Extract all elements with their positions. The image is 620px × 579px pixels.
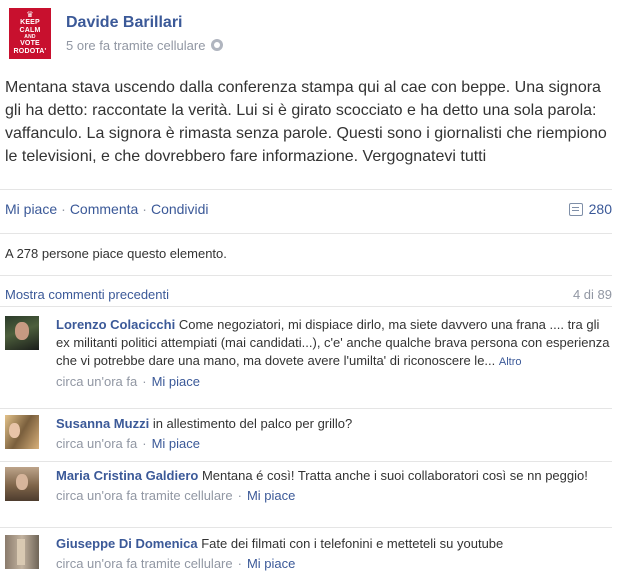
comment-meta: circa un'ora fa tramite cellulare · Mi pia… (56, 555, 611, 573)
comment-count-value: 280 (588, 201, 612, 217)
comment-like-button[interactable]: Mi piace (247, 556, 295, 571)
commenter-name[interactable]: Giuseppe Di Domenica (56, 536, 198, 551)
divider (0, 408, 612, 409)
divider (0, 461, 612, 462)
show-previous-comments-link[interactable]: Mostra commenti precedenti (5, 287, 169, 302)
like-button[interactable]: Mi piace (5, 201, 57, 217)
separator: · (237, 488, 242, 503)
post-header: ♛ KEEP CALM AND VOTE RODOTA' Davide Bari… (0, 0, 620, 64)
comment-text: Fate dei filmati con i telefonini e mett… (201, 536, 504, 551)
comment-body: Susanna Muzzi in allestimento del palco … (56, 415, 611, 453)
commenter-avatar[interactable] (5, 467, 39, 501)
comment-meta: circa un'ora fa · Mi piace (56, 435, 611, 453)
commenter-name[interactable]: Susanna Muzzi (56, 416, 149, 431)
post-timestamp[interactable]: 5 ore fa tramite cellulare (66, 38, 205, 53)
separator: · (61, 201, 66, 217)
separator: · (142, 201, 147, 217)
comment-like-button[interactable]: Mi piace (152, 436, 200, 451)
post-actions: Mi piace · Commenta · Condividi (5, 201, 209, 217)
divider (0, 189, 612, 190)
comment-meta: circa un'ora fa · Mi piace (56, 373, 611, 391)
author-name[interactable]: Davide Barillari (66, 14, 183, 32)
comment-body: Maria Cristina Galdiero Mentana é così! … (56, 467, 611, 505)
avatar-line: RODOTA' (13, 47, 47, 55)
author-avatar[interactable]: ♛ KEEP CALM AND VOTE RODOTA' (9, 8, 51, 59)
comment-text: in allestimento del palco per grillo? (152, 416, 353, 431)
commenter-name[interactable]: Lorenzo Colacicchi (56, 317, 175, 332)
see-more-link[interactable]: Altro (499, 356, 522, 368)
avatar-line: CALM (19, 26, 41, 34)
post-text: Mentana stava uscendo dalla conferenza s… (5, 79, 607, 165)
comment-button[interactable]: Commenta (70, 201, 138, 217)
post-meta: 5 ore fa tramite cellulare (66, 38, 224, 53)
divider (0, 527, 612, 528)
comment-text: Mentana é così! Tratta anche i suoi coll… (201, 468, 588, 483)
separator: · (142, 436, 147, 451)
comment-page-count: 4 di 89 (572, 287, 612, 302)
globe-icon[interactable] (211, 39, 224, 51)
separator: · (142, 374, 147, 389)
share-button[interactable]: Condividi (151, 201, 209, 217)
commenter-name[interactable]: Maria Cristina Galdiero (56, 468, 198, 483)
avatar-line: VOTE (20, 40, 40, 47)
comment-timestamp[interactable]: circa un'ora fa (56, 374, 137, 389)
commenter-avatar[interactable] (5, 316, 39, 350)
divider (0, 233, 612, 234)
comment-like-button[interactable]: Mi piace (152, 374, 200, 389)
likes-summary[interactable]: A 278 persone piace questo elemento. (5, 246, 227, 261)
comment-timestamp[interactable]: circa un'ora fa tramite cellulare (56, 556, 233, 571)
divider (0, 306, 612, 307)
avatar-line: KEEP (20, 19, 40, 26)
comment-icon (568, 203, 583, 216)
comment-meta: circa un'ora fa tramite cellulare · Mi pia… (56, 487, 611, 505)
commenter-avatar[interactable] (5, 535, 39, 569)
divider (0, 275, 612, 276)
commenter-avatar[interactable] (5, 415, 39, 449)
comment-timestamp[interactable]: circa un'ora fa (56, 436, 137, 451)
comment-body: Lorenzo Colacicchi Come negoziatori, mi … (56, 316, 611, 391)
crown-icon: ♛ (26, 10, 34, 19)
separator: · (237, 556, 242, 571)
comment-like-button[interactable]: Mi piace (247, 488, 295, 503)
comment-body: Giuseppe Di Domenica Fate dei filmati co… (56, 535, 611, 573)
comment-timestamp[interactable]: circa un'ora fa tramite cellulare (56, 488, 233, 503)
comment-count[interactable]: 280 (568, 201, 612, 217)
